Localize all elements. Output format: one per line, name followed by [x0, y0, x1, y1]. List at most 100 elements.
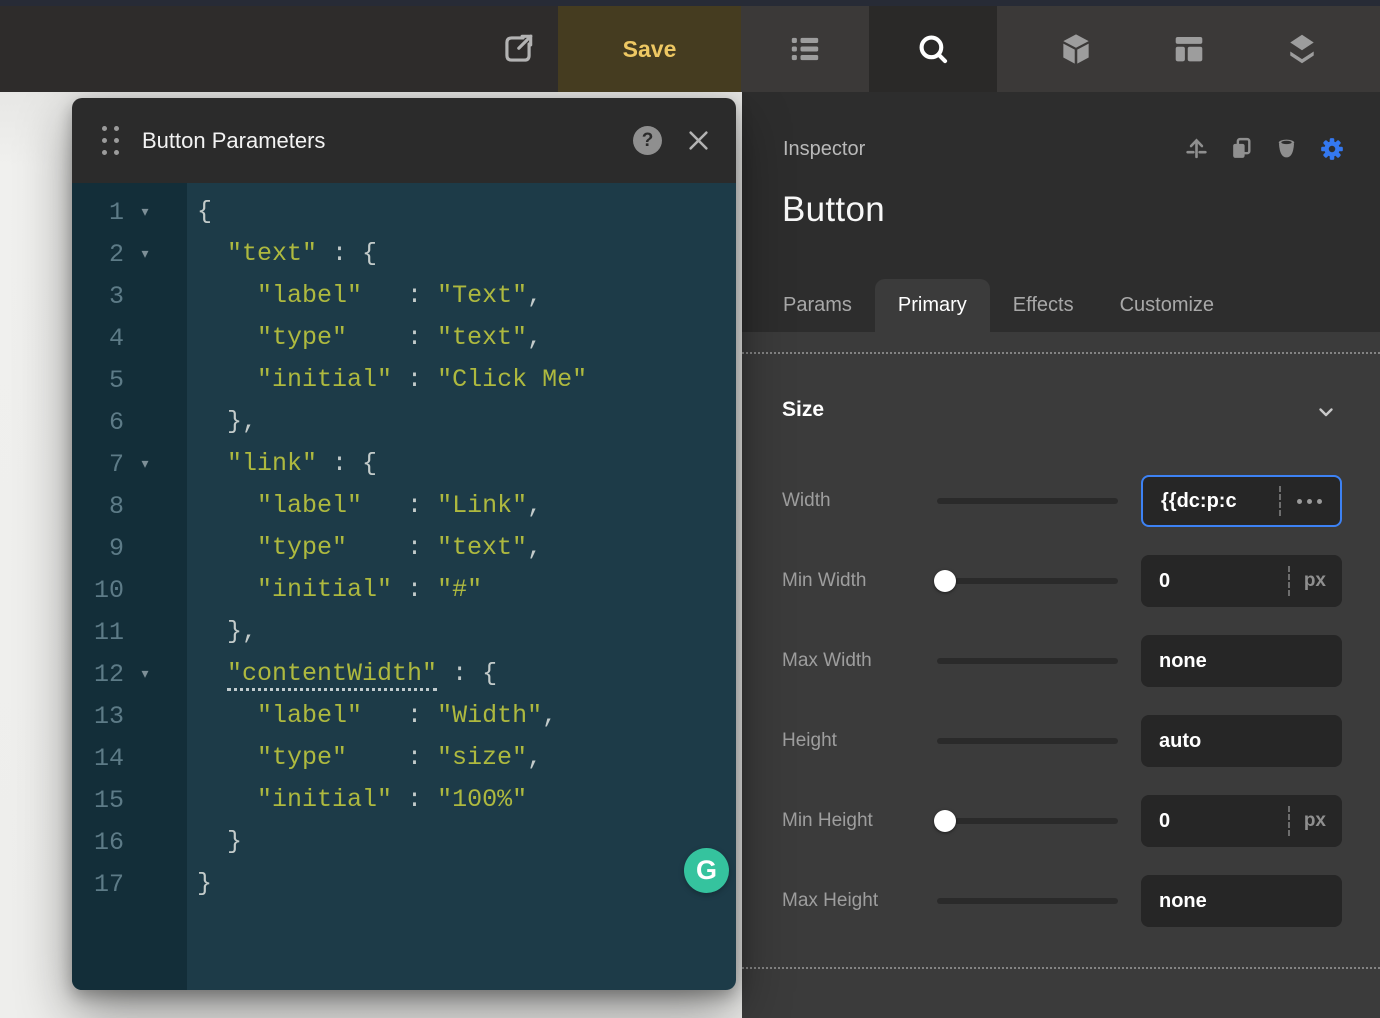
json-code-editor: 1▾2▾34567▾89101112▾1314151617 { "text" :…: [72, 183, 736, 990]
row-label: Min Width: [782, 541, 866, 621]
help-icon[interactable]: ?: [633, 126, 662, 155]
save-button[interactable]: Save: [558, 6, 741, 92]
value-text: {{dc:p:c: [1161, 490, 1275, 513]
width-slider[interactable]: [937, 490, 1118, 512]
toolbar-tab-outline[interactable]: [741, 6, 869, 92]
unit-label: px: [1304, 570, 1326, 592]
row-label: Max Height: [782, 861, 878, 941]
line-number: 7: [72, 450, 124, 479]
modal-title: Button Parameters: [142, 128, 325, 154]
slider-track[interactable]: [937, 578, 1118, 584]
gutter-line: 12▾: [72, 653, 187, 695]
gutter-line: 5: [72, 359, 187, 401]
fold-arrow-icon[interactable]: ▾: [124, 204, 166, 220]
code-line: "contentWidth" : {: [197, 653, 736, 695]
settings-gear-icon[interactable]: [1319, 136, 1344, 161]
row-label: Height: [782, 701, 837, 781]
slider-track[interactable]: [937, 658, 1118, 664]
editor-gutter: 1▾2▾34567▾89101112▾1314151617: [72, 183, 187, 990]
trash-icon[interactable]: [1274, 136, 1299, 161]
row-label: Width: [782, 461, 831, 541]
row-label: Min Height: [782, 781, 873, 861]
code-line: "initial" : "#": [197, 569, 736, 611]
open-external-button[interactable]: [478, 6, 558, 92]
code-line: "type" : "text",: [197, 527, 736, 569]
height-slider[interactable]: [937, 730, 1118, 752]
publish-icon[interactable]: [1184, 136, 1209, 161]
code-line: "label" : "Text",: [197, 275, 736, 317]
editor-code-area[interactable]: { "text" : { "label" : "Text", "type" : …: [187, 183, 736, 990]
grammarly-icon[interactable]: G: [684, 848, 729, 893]
close-icon[interactable]: [685, 127, 712, 154]
panel-title: Inspector: [783, 138, 865, 161]
list-icon: [787, 31, 823, 67]
max-height-value-input[interactable]: none: [1141, 875, 1342, 927]
inspector-actions: [1184, 136, 1344, 161]
size-row-min-width: Min Width 0px: [742, 541, 1380, 621]
min-width-slider[interactable]: [937, 570, 1118, 592]
tab-effects[interactable]: Effects: [990, 279, 1097, 333]
modal-header: Button Parameters ?: [72, 98, 736, 183]
search-icon: [914, 30, 952, 68]
height-value-input[interactable]: auto: [1141, 715, 1342, 767]
layers-icon[interactable]: [1283, 30, 1321, 68]
slider-track[interactable]: [937, 738, 1118, 744]
toolbar-tab-inspector-active[interactable]: [869, 6, 997, 92]
line-number: 10: [72, 576, 124, 605]
max-height-slider[interactable]: [937, 890, 1118, 912]
slider-track[interactable]: [937, 498, 1118, 504]
line-number: 3: [72, 282, 124, 311]
tab-primary[interactable]: Primary: [875, 279, 990, 333]
chevron-down-icon[interactable]: [1314, 400, 1338, 424]
window-top-strip: [0, 0, 1380, 6]
components-cube-icon[interactable]: [1057, 30, 1095, 68]
code-line: "initial" : "Click Me": [197, 359, 736, 401]
duplicate-icon[interactable]: [1229, 136, 1254, 161]
tab-customize[interactable]: Customize: [1097, 279, 1237, 333]
gutter-line: 9: [72, 527, 187, 569]
line-number: 6: [72, 408, 124, 437]
code-line: "label" : "Link",: [197, 485, 736, 527]
code-line: }: [197, 821, 736, 863]
fold-arrow-icon[interactable]: ▾: [124, 666, 166, 682]
gutter-line: 4: [72, 317, 187, 359]
slider-track[interactable]: [937, 818, 1118, 824]
selected-element-title: Button: [782, 190, 885, 230]
gutter-line: 3: [72, 275, 187, 317]
size-row-height: Height auto: [742, 701, 1380, 781]
value-divider: [1279, 486, 1281, 516]
inspector-tabs: ParamsPrimaryEffectsCustomize: [760, 279, 1237, 333]
line-number: 14: [72, 744, 124, 773]
code-line: "link" : {: [197, 443, 736, 485]
line-number: 13: [72, 702, 124, 731]
code-line: "text" : {: [197, 233, 736, 275]
tab-params[interactable]: Params: [760, 279, 875, 333]
slider-thumb[interactable]: [934, 810, 956, 832]
toolbar-tab-group-right: [997, 6, 1380, 92]
slider-thumb[interactable]: [934, 570, 956, 592]
code-line: "initial" : "100%": [197, 779, 736, 821]
code-line: "label" : "Width",: [197, 695, 736, 737]
slider-track[interactable]: [937, 898, 1118, 904]
size-row-width: Width {{dc:p:c: [742, 461, 1380, 541]
min-width-value-input[interactable]: 0px: [1141, 555, 1342, 607]
gutter-line: 16: [72, 821, 187, 863]
max-width-slider[interactable]: [937, 650, 1118, 672]
gutter-line: 15: [72, 779, 187, 821]
drag-handle-icon[interactable]: [102, 126, 119, 155]
code-line: {: [197, 191, 736, 233]
min-height-slider[interactable]: [937, 810, 1118, 832]
value-text: auto: [1159, 730, 1326, 753]
value-text: 0: [1159, 810, 1284, 833]
size-rows: Width{{dc:p:cMin Width0pxMax WidthnoneHe…: [742, 461, 1380, 941]
max-width-value-input[interactable]: none: [1141, 635, 1342, 687]
row-label: Max Width: [782, 621, 872, 701]
width-value-input[interactable]: {{dc:p:c: [1141, 475, 1342, 527]
line-number: 5: [72, 366, 124, 395]
fold-arrow-icon[interactable]: ▾: [124, 456, 166, 472]
ellipsis-icon[interactable]: [1295, 493, 1324, 510]
fold-arrow-icon[interactable]: ▾: [124, 246, 166, 262]
min-height-value-input[interactable]: 0px: [1141, 795, 1342, 847]
external-link-icon: [499, 30, 537, 68]
layout-icon[interactable]: [1170, 30, 1208, 68]
